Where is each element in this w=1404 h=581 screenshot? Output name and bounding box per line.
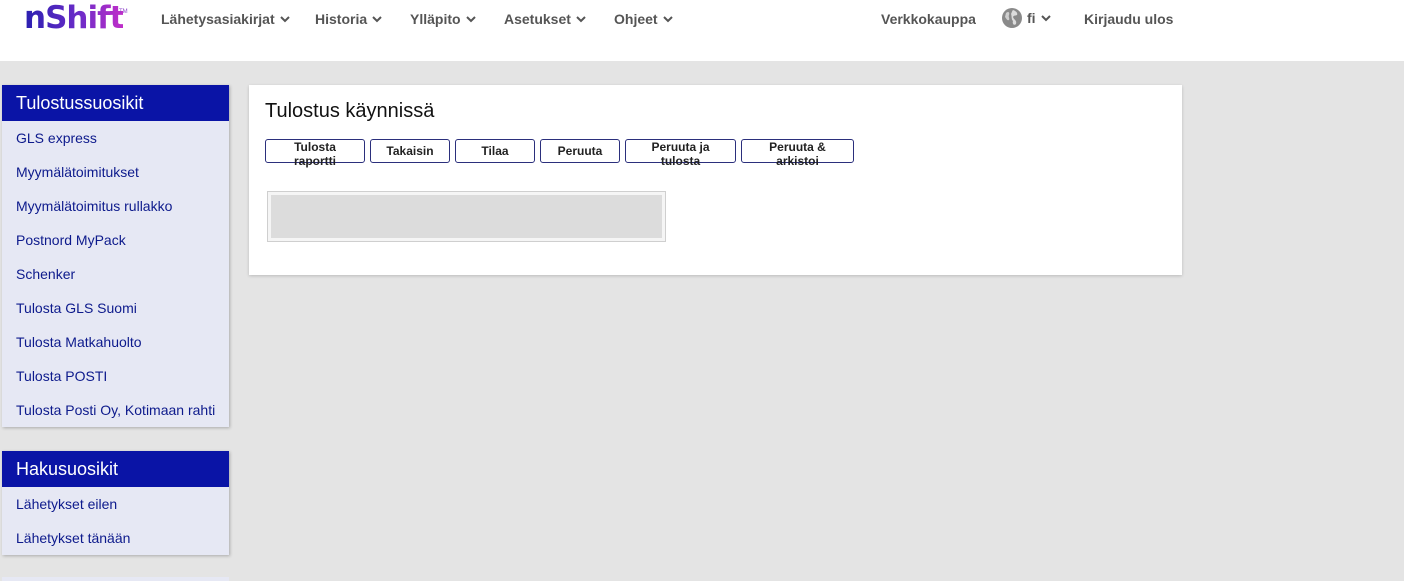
chevron-down-icon <box>465 16 476 23</box>
nav-label: Ohjeet <box>614 11 658 27</box>
sidebar-item-print-matkahuolto[interactable]: Tulosta Matkahuolto <box>2 325 229 359</box>
back-button[interactable]: Takaisin <box>370 139 450 163</box>
logo-trademark: TM <box>119 9 128 15</box>
print-progress-bar <box>267 191 666 242</box>
progress-track <box>271 195 662 238</box>
logout-link[interactable]: Kirjaudu ulos <box>1084 11 1173 27</box>
nav-menu-settings[interactable]: Asetukset <box>504 11 587 27</box>
webshop-label: Verkkokauppa <box>881 11 976 27</box>
print-report-button[interactable]: Tulosta raportti <box>265 139 365 168</box>
chevron-down-icon <box>279 16 290 23</box>
language-selector[interactable]: fi <box>1001 7 1052 29</box>
chevron-down-icon <box>576 16 586 23</box>
action-button-row: Tulosta raportti Takaisin Tilaa Peruuta … <box>265 139 854 168</box>
globe-icon <box>1002 8 1022 28</box>
webshop-link[interactable]: Verkkokauppa <box>881 11 976 27</box>
sidebar-item-gls-express[interactable]: GLS express <box>2 121 229 155</box>
sidebar-item-print-gls-finland[interactable]: Tulosta GLS Suomi <box>2 291 229 325</box>
sidebar-item-schenker[interactable]: Schenker <box>2 257 229 291</box>
cancel-button[interactable]: Peruuta <box>540 139 620 163</box>
sidebar-item-postnord-mypack[interactable]: Postnord MyPack <box>2 223 229 257</box>
cancel-and-print-button[interactable]: Peruuta ja tulosta <box>625 139 736 168</box>
nav-menu-history[interactable]: Historia <box>315 11 383 27</box>
printing-panel: Tulostus käynnissä Tulosta raportti Taka… <box>249 85 1182 275</box>
sidebar-item-shipments-yesterday[interactable]: Lähetykset eilen <box>2 487 229 521</box>
order-button[interactable]: Tilaa <box>455 139 535 163</box>
search-favorites-title: Hakusuosikit <box>2 451 229 487</box>
nav-menu-shipping-documents[interactable]: Lähetysasiakirjat <box>161 11 291 27</box>
print-favorites-title: Tulostussuosikit <box>2 85 229 121</box>
top-navigation-bar: nShift TM Lähetysasiakirjat Historia Yll… <box>0 0 1404 61</box>
chevron-down-icon <box>372 16 382 23</box>
nav-label: Lähetysasiakirjat <box>161 11 275 27</box>
sidebar-item-print-posti-domestic-freight[interactable]: Tulosta Posti Oy, Kotimaan rahti <box>2 393 229 427</box>
chevron-down-icon <box>1040 15 1051 22</box>
nshift-logo[interactable]: nShift <box>24 0 124 40</box>
cancel-and-archive-button[interactable]: Peruuta & arkistoi <box>741 139 854 168</box>
nav-label: Asetukset <box>504 11 571 27</box>
nav-menu-maintenance[interactable]: Ylläpito <box>410 11 477 27</box>
chevron-down-icon <box>662 16 673 23</box>
search-favorites-panel: Hakusuosikit Lähetykset eilen Lähetykset… <box>2 451 229 555</box>
language-code: fi <box>1027 10 1036 26</box>
sidebar-next-panel-edge <box>2 577 229 581</box>
sidebar-item-store-deliveries[interactable]: Myymälätoimitukset <box>2 155 229 189</box>
print-favorites-panel: Tulostussuosikit GLS express Myymälätoim… <box>2 85 229 427</box>
logout-label: Kirjaudu ulos <box>1084 11 1174 27</box>
nav-menu-help[interactable]: Ohjeet <box>614 11 674 27</box>
sidebar-item-store-delivery-trolley[interactable]: Myymälätoimitus rullakko <box>2 189 229 223</box>
sidebar-item-print-posti[interactable]: Tulosta POSTI <box>2 359 229 393</box>
nav-label: Historia <box>315 11 368 27</box>
sidebar-item-shipments-today[interactable]: Lähetykset tänään <box>2 521 229 555</box>
nav-label: Ylläpito <box>410 11 461 27</box>
page-title: Tulostus käynnissä <box>265 100 435 122</box>
